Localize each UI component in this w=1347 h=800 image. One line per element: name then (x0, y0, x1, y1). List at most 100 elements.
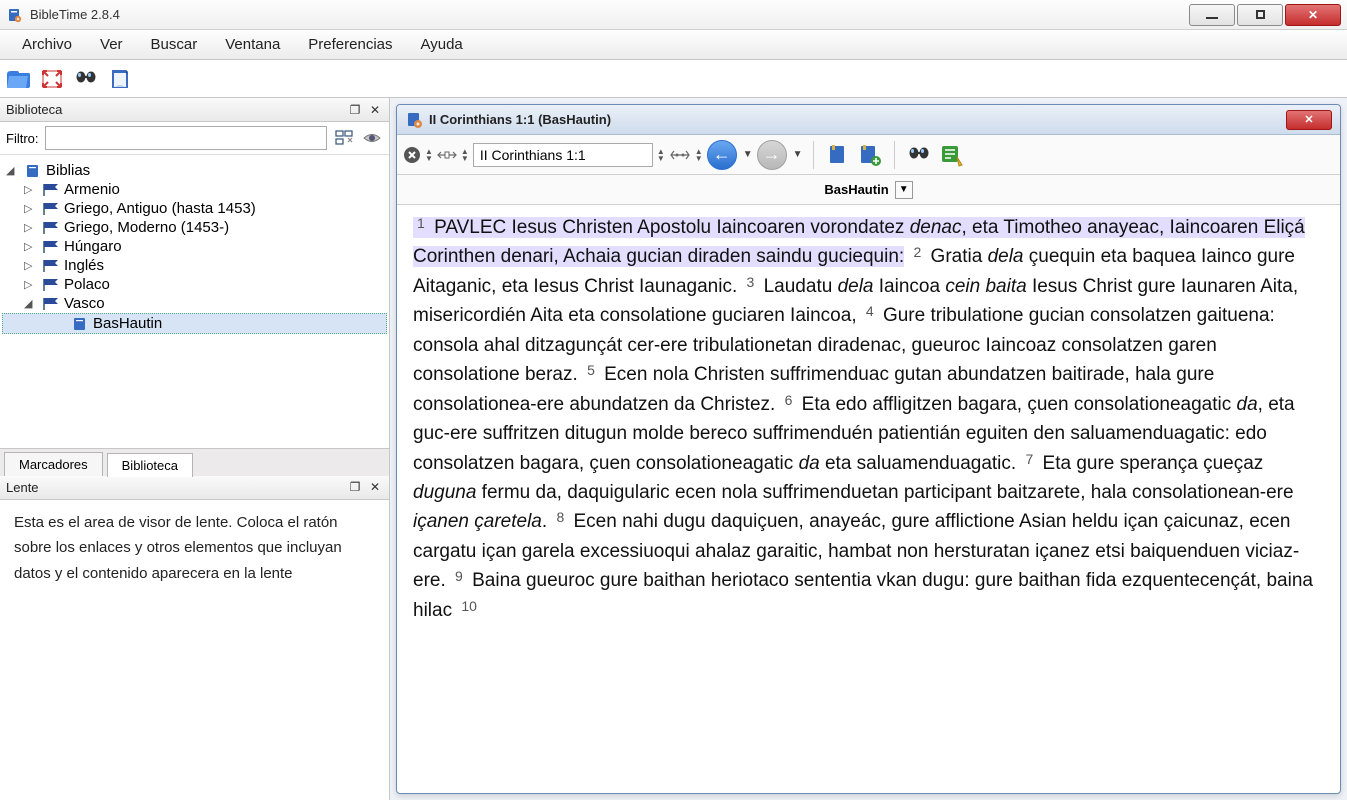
version-selector-row: BasHautin ▼ (397, 175, 1340, 205)
separator (813, 141, 814, 169)
scripture-text-area[interactable]: 1 PAVLEC Iesus Christen Apostolu Iaincoa… (397, 205, 1340, 793)
clear-location-button[interactable] (403, 146, 421, 164)
bookshelf-manager-button[interactable] (106, 65, 134, 93)
book-icon (24, 163, 42, 179)
book-icon (405, 111, 423, 129)
lens-panel-title: Lente (6, 480, 39, 495)
tree-lang-label: Vasco (64, 295, 105, 312)
flag-icon (42, 277, 60, 293)
app-icon (6, 7, 22, 23)
sync-icon[interactable] (669, 147, 691, 163)
book-stepper[interactable]: ▲▼ (425, 148, 433, 162)
verse-number[interactable]: 5 (583, 362, 599, 378)
search-button[interactable] (72, 65, 100, 93)
menu-archivo[interactable]: Archivo (8, 32, 86, 57)
verse-number[interactable]: 2 (909, 244, 925, 260)
window-titlebar: BibleTime 2.8.4 ✕ (0, 0, 1347, 30)
reader-close-button[interactable]: ✕ (1286, 110, 1332, 130)
lens-panel-header: Lente ❐ ✕ (0, 476, 389, 500)
add-parallel-plus-button[interactable] (856, 141, 884, 169)
filter-group-button[interactable] (333, 127, 355, 149)
verse-number[interactable]: 10 (457, 598, 481, 614)
tree-work-item[interactable]: BasHautin (2, 313, 387, 334)
tree-lang-label: Inglés (64, 257, 104, 274)
version-name: BasHautin (824, 182, 888, 197)
history-back-button[interactable]: ← (707, 140, 737, 170)
back-history-menu[interactable]: ▼ (743, 149, 753, 160)
window-title: BibleTime 2.8.4 (30, 7, 1187, 22)
verse-number[interactable]: 8 (552, 509, 568, 525)
menu-buscar[interactable]: Buscar (137, 32, 212, 57)
chapter-stepper[interactable]: ▲▼ (461, 148, 469, 162)
tree-lang-label: Armenio (64, 181, 120, 198)
history-forward-button[interactable]: → (757, 140, 787, 170)
lens-close-button[interactable]: ✕ (367, 479, 383, 495)
menu-ventana[interactable]: Ventana (211, 32, 294, 57)
flag-icon (42, 201, 60, 217)
reader-window: II Corinthians 1:1 (BasHautin) ✕ ▲▼ ▲▼ ▲… (396, 104, 1341, 794)
verse-number[interactable]: 1 (413, 215, 429, 231)
verse-number[interactable]: 7 (1021, 451, 1037, 467)
library-tree[interactable]: ◢ Biblias ▷Armenio▷Griego, Antiguo (hast… (0, 155, 389, 448)
tree-lang-label: Húngaro (64, 238, 122, 255)
reader-titlebar[interactable]: II Corinthians 1:1 (BasHautin) ✕ (397, 105, 1340, 135)
window-maximize-button[interactable] (1237, 4, 1283, 26)
flag-icon (42, 258, 60, 274)
display-settings-button[interactable] (937, 141, 965, 169)
library-panel-title: Biblioteca (6, 102, 62, 117)
library-tabs: Marcadores Biblioteca (0, 448, 389, 476)
menu-ver[interactable]: Ver (86, 32, 137, 57)
window-minimize-button[interactable] (1189, 4, 1235, 26)
tree-lang-label: Griego, Moderno (1453-) (64, 219, 229, 236)
scroll-lock-icon[interactable] (437, 148, 457, 162)
book-icon (71, 316, 89, 332)
flag-icon (42, 220, 60, 236)
reader-search-button[interactable] (905, 141, 933, 169)
separator (894, 141, 895, 169)
main-toolbar (0, 60, 1347, 98)
library-filter-row: Filtro: (0, 122, 389, 155)
add-parallel-button[interactable] (824, 141, 852, 169)
tab-marcadores[interactable]: Marcadores (4, 452, 103, 476)
open-work-button[interactable] (4, 65, 32, 93)
tree-lang-item[interactable]: ▷Inglés (2, 256, 387, 275)
reader-title: II Corinthians 1:1 (BasHautin) (423, 112, 1286, 127)
flag-icon (42, 239, 60, 255)
filter-visibility-button[interactable] (361, 127, 383, 149)
verse-number[interactable]: 6 (781, 392, 797, 408)
version-dropdown-button[interactable]: ▼ (895, 181, 913, 199)
tree-lang-item[interactable]: ▷Griego, Antiguo (hasta 1453) (2, 199, 387, 218)
verse-stepper-right[interactable]: ▲▼ (695, 148, 703, 162)
menu-ayuda[interactable]: Ayuda (407, 32, 477, 57)
flag-icon (42, 182, 60, 198)
tree-lang-label: Polaco (64, 276, 110, 293)
lens-float-button[interactable]: ❐ (347, 479, 363, 495)
tree-work-label: BasHautin (93, 315, 162, 332)
verse-number[interactable]: 9 (451, 568, 467, 584)
tree-lang-item[interactable]: ◢Vasco (2, 294, 387, 313)
library-close-button[interactable]: ✕ (367, 102, 383, 118)
window-close-button[interactable]: ✕ (1285, 4, 1341, 26)
location-input[interactable] (473, 143, 653, 167)
tree-lang-label: Griego, Antiguo (hasta 1453) (64, 200, 256, 217)
tree-lang-item[interactable]: ▷Húngaro (2, 237, 387, 256)
verse-number[interactable]: 4 (862, 303, 878, 319)
tree-lang-item[interactable]: ▷Polaco (2, 275, 387, 294)
tree-lang-item[interactable]: ▷Armenio (2, 180, 387, 199)
tree-root-biblias[interactable]: ◢ Biblias (2, 161, 387, 180)
tree-lang-item[interactable]: ▷Griego, Moderno (1453-) (2, 218, 387, 237)
library-float-button[interactable]: ❐ (347, 102, 363, 118)
filter-input[interactable] (45, 126, 328, 150)
fullscreen-button[interactable] (38, 65, 66, 93)
tree-root-label: Biblias (46, 162, 90, 179)
forward-history-menu[interactable]: ▼ (793, 149, 803, 160)
verse-number[interactable]: 3 (743, 274, 759, 290)
menu-preferencias[interactable]: Preferencias (294, 32, 406, 57)
tab-biblioteca[interactable]: Biblioteca (107, 453, 193, 477)
flag-icon (42, 296, 60, 312)
lens-content: Esta es el area de visor de lente. Coloc… (0, 500, 389, 800)
verse-stepper-left[interactable]: ▲▼ (657, 148, 665, 162)
reader-toolbar: ▲▼ ▲▼ ▲▼ ▲▼ ← ▼ → ▼ (397, 135, 1340, 175)
library-panel-header: Biblioteca ❐ ✕ (0, 98, 389, 122)
filter-label: Filtro: (6, 131, 39, 146)
